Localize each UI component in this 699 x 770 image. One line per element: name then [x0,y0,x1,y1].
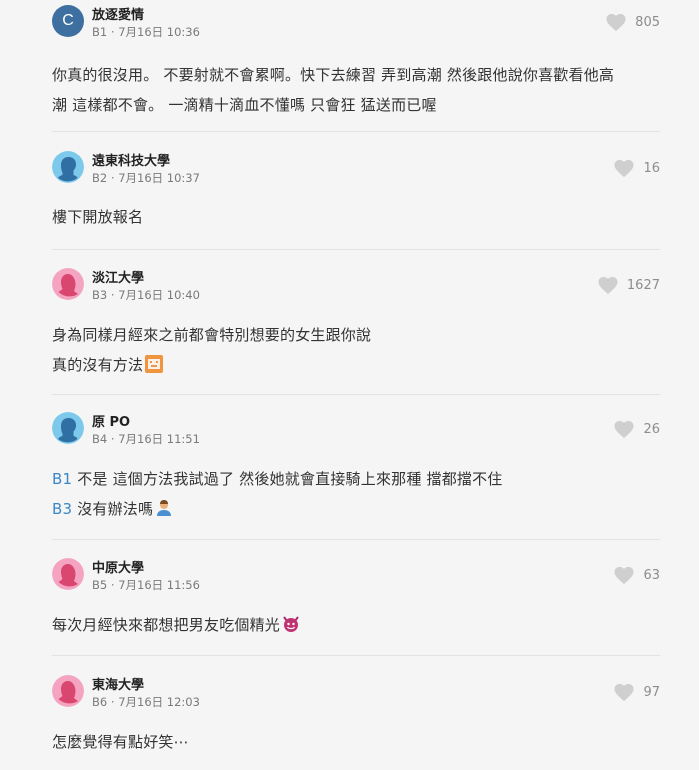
comment-body: 每次月經快來都想把男友吃個精光 [52,610,660,640]
comment-line: 真的沒有方法 [52,356,144,374]
comment-b5: 中原大學 B5 · 7月16日 11:56 63 每次月經快來都想把男友吃個精光 [52,556,660,640]
avatar[interactable] [52,412,84,444]
author-name[interactable]: 淡江大學 [92,267,144,286]
author-name[interactable]: 原 PO [92,411,130,430]
heart-icon [614,683,634,702]
like-count: 1627 [626,277,660,293]
like-button[interactable]: 63 [613,565,660,585]
post-meta: B3 · 7月16日 10:40 [92,288,200,302]
like-count: 16 [643,160,660,176]
comment-b3: 淡江大學 B3 · 7月16日 10:40 1627 身為同樣月經來之前都會特別… [52,266,660,380]
post-date: 7月16日 12:03 [118,695,200,709]
comment-line: 沒有辦法嗎 [72,500,154,518]
like-button[interactable]: 26 [613,419,660,439]
comment-line: 不是 這個方法我試過了 然後她就會直接騎上來那種 擋都擋不住 [72,470,503,488]
female-avatar-icon [52,558,84,590]
comment-body: 怎麼覺得有點好笑⋯ [52,727,660,757]
author-name[interactable]: 放逐愛情 [92,4,144,23]
divider [52,655,660,656]
heart-icon [614,159,634,178]
post-date: 7月16日 10:40 [118,288,200,302]
floor-number: B6 [92,695,108,709]
comment-b4: 原 PO B4 · 7月16日 11:51 26 B1 不是 這個方法我試過了 … [52,410,660,524]
like-count: 805 [635,14,660,30]
comment-b6: 東海大學 B6 · 7月16日 12:03 97 怎麼覺得有點好笑⋯ [52,673,660,757]
avatar[interactable]: C [52,5,84,37]
post-date: 7月16日 10:37 [118,171,200,185]
post-date: 7月16日 11:51 [118,432,200,446]
person-emoji-icon [157,500,172,516]
devil-face-emoji-icon [283,616,299,632]
post-meta: B5 · 7月16日 11:56 [92,578,200,592]
comment-line: 怎麼覺得有點好笑⋯ [52,733,189,751]
avatar[interactable] [52,558,84,590]
floor-reference-link[interactable]: B1 [52,470,72,488]
comment-body: 你真的很沒用。 不要射就不會累啊。快下去練習 弄到高潮 然後跟他說你喜歡看他高 … [52,60,660,120]
comment-line: 潮 這樣都不會。 一滴精十滴血不懂嗎 只會狂 猛送而已喔 [52,96,437,114]
comment-body: B1 不是 這個方法我試過了 然後她就會直接騎上來那種 擋都擋不住 B3 沒有辦… [52,464,660,524]
floor-number: B1 [92,25,108,39]
comment-body: 樓下開放報名 [52,202,660,232]
author-name[interactable]: 中原大學 [92,557,144,576]
comment-b1: C 放逐愛情 B1 · 7月16日 10:36 805 你真的很沒用。 不要射就… [52,3,660,120]
divider [52,539,660,540]
like-count: 63 [643,567,660,583]
heart-icon [598,276,618,295]
female-avatar-icon [52,268,84,300]
post-meta: B1 · 7月16日 10:36 [92,25,200,39]
divider [52,249,660,250]
avatar[interactable] [52,268,84,300]
like-count: 26 [643,421,660,437]
post-meta: B4 · 7月16日 11:51 [92,432,200,446]
comment-feed: C 放逐愛情 B1 · 7月16日 10:36 805 你真的很沒用。 不要射就… [0,0,699,770]
heart-icon [606,13,626,32]
divider [52,394,660,395]
comment-body: 身為同樣月經來之前都會特別想要的女生跟你說 真的沒有方法 [52,320,660,380]
comment-line: 身為同樣月經來之前都會特別想要的女生跟你說 [52,326,372,344]
avatar[interactable] [52,675,84,707]
like-button[interactable]: 1627 [597,275,660,295]
floor-number: B5 [92,578,108,592]
floor-reference-link[interactable]: B3 [52,500,72,518]
author-name[interactable]: 東海大學 [92,674,144,693]
like-button[interactable]: 16 [613,158,660,178]
divider [52,131,660,132]
post-date: 7月16日 11:56 [118,578,200,592]
floor-number: B3 [92,288,108,302]
floor-number: B4 [92,432,108,446]
male-avatar-icon [52,412,84,444]
female-avatar-icon [52,675,84,707]
comment-b2: 遠東科技大學 B2 · 7月16日 10:37 16 樓下開放報名 [52,149,660,232]
comment-line: 每次月經快來都想把男友吃個精光 [52,616,281,634]
male-avatar-icon [52,151,84,183]
comment-line: 你真的很沒用。 不要射就不會累啊。快下去練習 弄到高潮 然後跟他說你喜歡看他高 [52,66,615,84]
floor-number: B2 [92,171,108,185]
heart-icon [614,420,634,439]
post-meta: B6 · 7月16日 12:03 [92,695,200,709]
weary-emoji-icon [145,355,164,373]
post-meta: B2 · 7月16日 10:37 [92,171,200,185]
comment-line: 樓下開放報名 [52,208,144,226]
avatar[interactable] [52,151,84,183]
heart-icon [614,566,634,585]
like-button[interactable]: 97 [613,682,660,702]
like-button[interactable]: 805 [605,12,660,32]
post-date: 7月16日 10:36 [118,25,200,39]
like-count: 97 [643,684,660,700]
author-name[interactable]: 遠東科技大學 [92,150,170,169]
